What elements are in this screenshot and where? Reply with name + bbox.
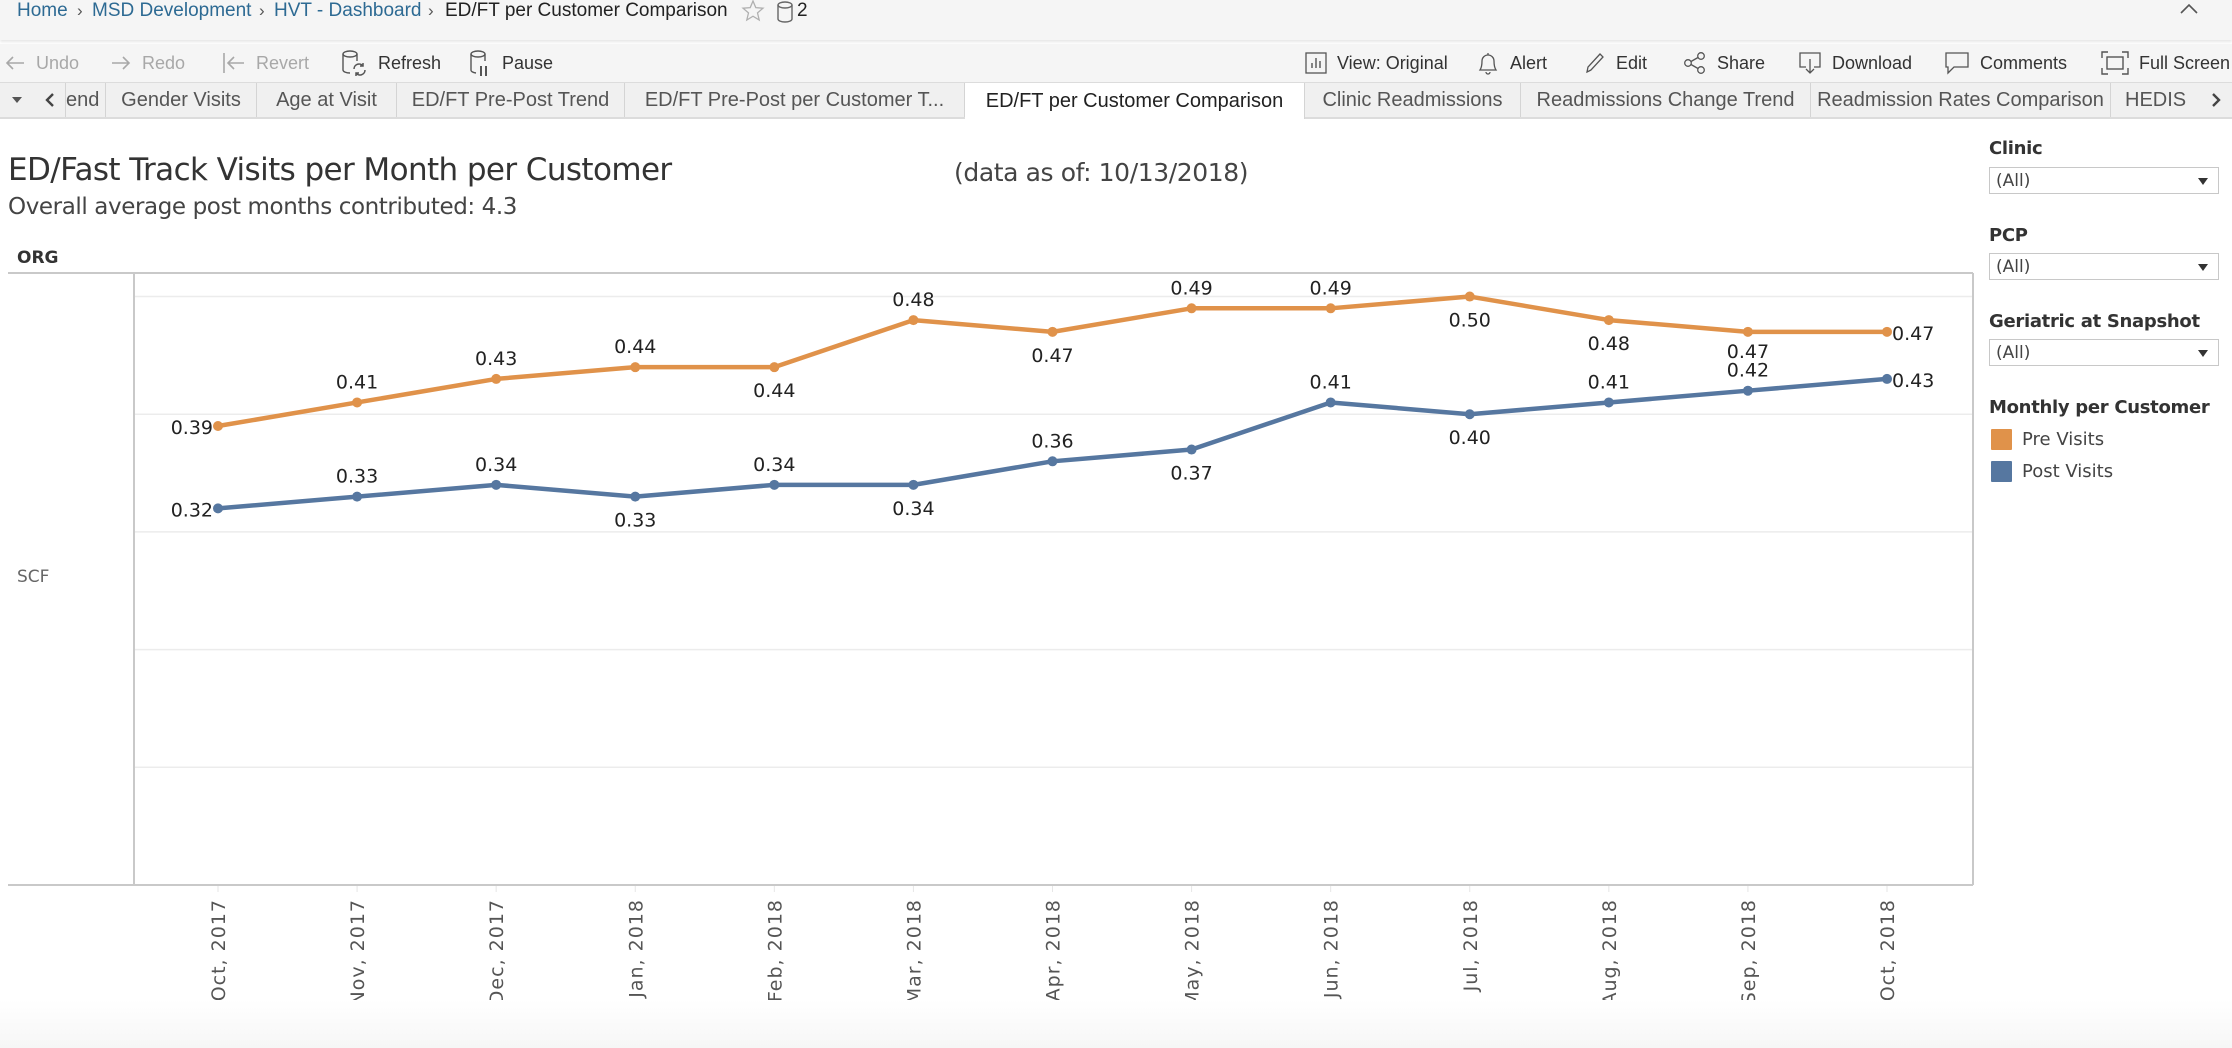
line-chart: 0.39 0.41 0.43 0.44 0.44 0.48 0.47 0.49 0.49 0.50… — [8, 272, 1974, 1008]
data-label: 0.40 — [1449, 427, 1491, 449]
pcp-filter-dropdown[interactable]: (All) — [1989, 253, 2219, 280]
dropdown-caret-icon — [2198, 350, 2208, 357]
footer-shadow — [0, 1000, 2232, 1048]
data-point — [1464, 291, 1475, 302]
x-tick-label: Feb, 2018 — [764, 899, 786, 1002]
chart-data-labels: 0.39 0.41 0.43 0.44 0.44 0.48 0.47 0.49 0.49 0.50… — [171, 277, 1935, 531]
legend-item-post-visits[interactable]: Post Visits — [1991, 461, 2113, 482]
data-label: 0.36 — [1031, 430, 1073, 452]
data-point — [491, 479, 502, 490]
x-tick-label: Aug, 2018 — [1599, 899, 1621, 1006]
x-tick-label: Jul, 2018 — [1460, 899, 1482, 992]
x-tick-label: Jan, 2018 — [625, 899, 647, 999]
x-tick-label: Nov, 2017 — [347, 899, 369, 1006]
legend-swatch-pre — [1991, 429, 2012, 450]
data-point — [1047, 326, 1058, 337]
data-label: 0.34 — [475, 454, 517, 476]
x-tick-label: Oct, 2017 — [208, 899, 230, 1001]
data-label: 0.50 — [1449, 310, 1491, 332]
clinic-filter-dropdown[interactable]: (All) — [1989, 167, 2219, 194]
data-label: 0.44 — [614, 336, 656, 358]
data-point — [1325, 303, 1336, 314]
data-label: 0.43 — [475, 348, 517, 370]
x-tick-label: Apr, 2018 — [1043, 899, 1065, 1001]
data-label: 0.49 — [1170, 277, 1212, 299]
x-tick-label: Jun, 2018 — [1321, 899, 1343, 999]
x-tick-label: Mar, 2018 — [903, 899, 925, 1004]
data-point — [1882, 326, 1892, 337]
data-label: 0.49 — [1310, 277, 1352, 299]
data-label: 0.34 — [753, 454, 795, 476]
data-label: 0.33 — [336, 466, 378, 488]
x-tick-label: Oct, 2018 — [1877, 899, 1899, 1001]
data-point — [491, 373, 502, 384]
data-label: 0.41 — [336, 371, 378, 393]
chart-series — [213, 291, 1892, 514]
data-point — [630, 491, 641, 502]
x-axis-tick-labels: Oct, 2017 Nov, 2017 Dec, 2017 Jan, 2018 Feb,… — [208, 886, 1899, 1008]
data-point — [1882, 373, 1892, 384]
data-label: 0.41 — [1310, 371, 1352, 393]
dropdown-caret-icon — [2198, 264, 2208, 271]
data-point — [1325, 397, 1336, 408]
data-label: 0.34 — [892, 498, 934, 520]
chart-gridlines — [135, 295, 1972, 769]
filter-label-geriatric: Geriatric at Snapshot — [1989, 311, 2200, 332]
data-point — [1186, 303, 1197, 314]
geriatric-filter-value: (All) — [1996, 343, 2031, 363]
data-point — [1047, 456, 1058, 467]
data-label: 0.37 — [1170, 463, 1212, 485]
data-point — [1464, 409, 1475, 420]
data-label: 0.41 — [1588, 371, 1630, 393]
legend-title: Monthly per Customer — [1989, 397, 2210, 418]
data-point — [630, 362, 641, 373]
legend-item-pre-visits[interactable]: Pre Visits — [1991, 429, 2104, 450]
data-point — [1186, 444, 1197, 455]
data-label: 0.48 — [1588, 333, 1630, 355]
data-point — [769, 479, 780, 490]
data-point — [908, 315, 919, 326]
data-point — [1742, 326, 1753, 337]
data-label: 0.39 — [171, 417, 213, 439]
legend-swatch-post — [1991, 461, 2012, 482]
data-label: 0.43 — [1892, 370, 1934, 392]
x-tick-label: Dec, 2017 — [486, 899, 508, 1005]
data-point — [1603, 397, 1614, 408]
data-label: 0.42 — [1727, 360, 1769, 382]
clinic-filter-value: (All) — [1996, 171, 2031, 191]
geriatric-filter-dropdown[interactable]: (All) — [1989, 339, 2219, 366]
chart-frame — [8, 272, 1974, 886]
data-label: 0.47 — [1892, 323, 1934, 345]
filter-label-pcp: PCP — [1989, 225, 2028, 246]
x-tick-label: Sep, 2018 — [1738, 899, 1760, 1004]
data-point — [213, 421, 223, 431]
data-label: 0.47 — [1031, 345, 1073, 367]
legend-label-post: Post Visits — [2022, 461, 2114, 482]
data-label: 0.32 — [171, 499, 213, 521]
pcp-filter-value: (All) — [1996, 257, 2031, 277]
data-point — [352, 491, 363, 502]
x-tick-label: May, 2018 — [1182, 899, 1204, 1008]
data-point — [1603, 315, 1614, 326]
filter-label-clinic: Clinic — [1989, 138, 2043, 159]
dropdown-caret-icon — [2198, 178, 2208, 185]
data-label: 0.33 — [614, 510, 656, 532]
data-point — [1742, 385, 1753, 396]
data-label: 0.44 — [753, 380, 795, 402]
data-point — [352, 397, 363, 408]
data-point — [908, 479, 919, 490]
data-label: 0.48 — [892, 289, 934, 311]
data-point — [769, 362, 780, 373]
data-point — [213, 503, 223, 514]
legend-label-pre: Pre Visits — [2022, 429, 2105, 450]
